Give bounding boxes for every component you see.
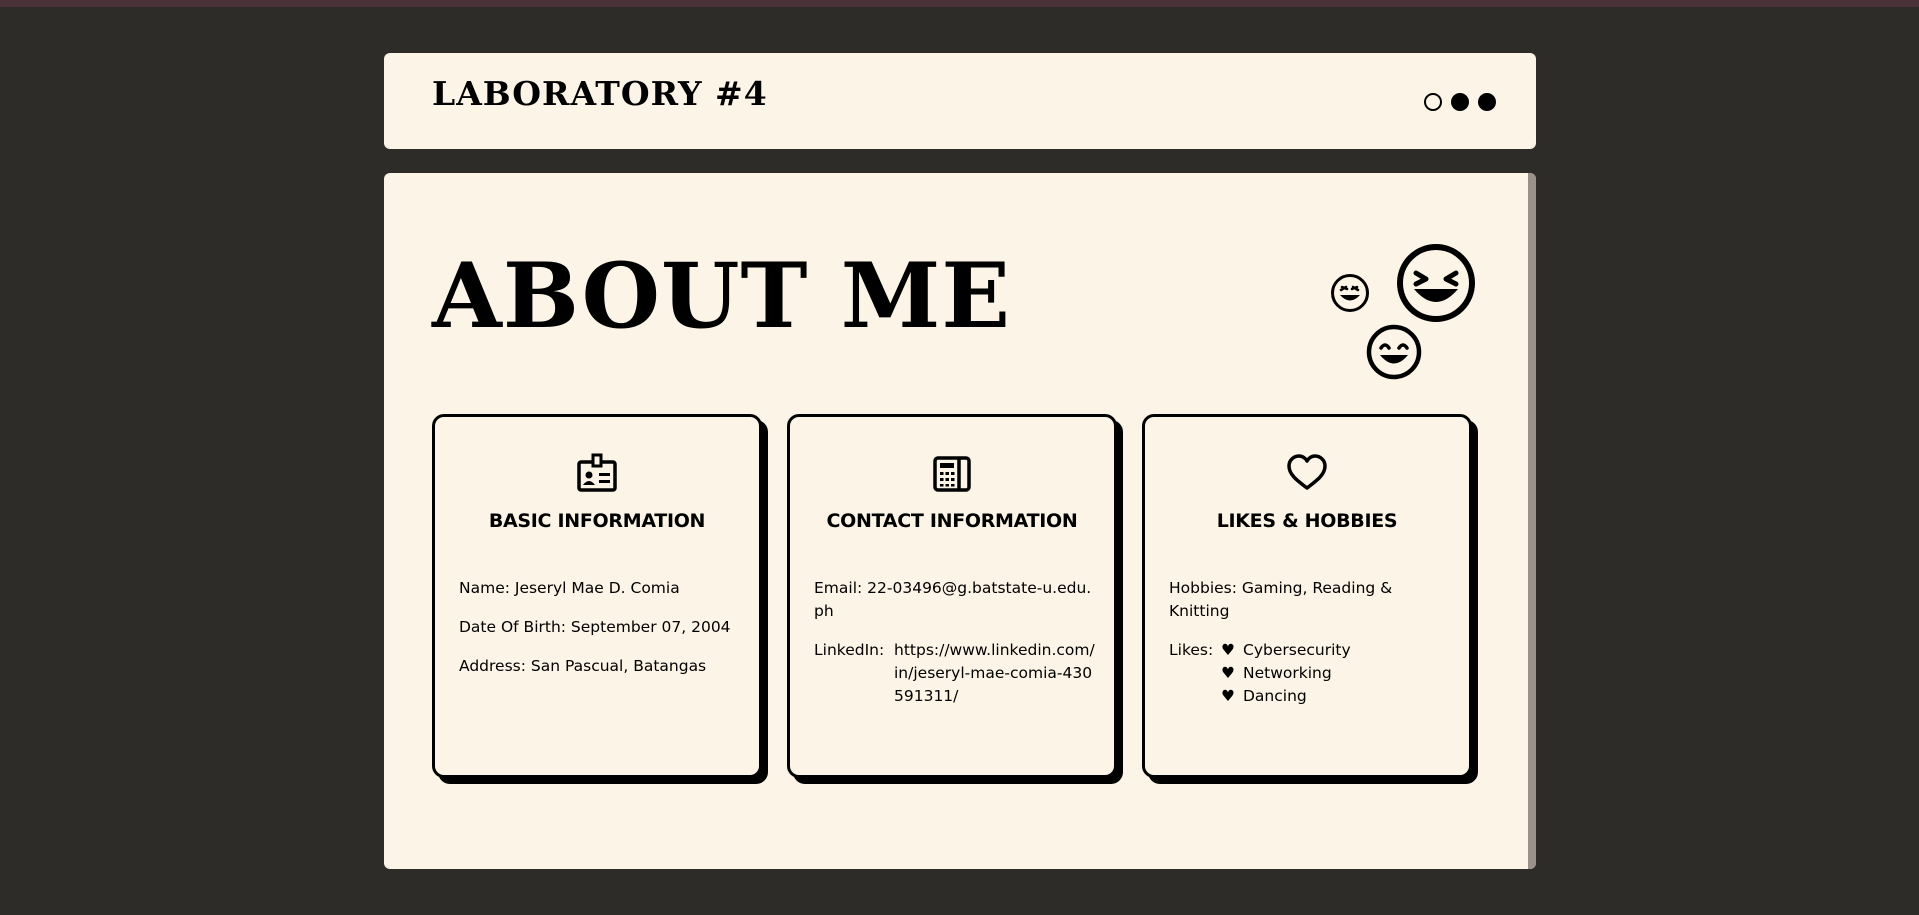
contact-info-title: CONTACT INFORMATION	[826, 510, 1078, 532]
heart-bullet-icon: ♥	[1221, 687, 1235, 705]
email-label: Email:	[814, 579, 863, 597]
header-bar: LABORATORY #4	[384, 53, 1536, 149]
window-dot-filled[interactable]	[1451, 93, 1469, 111]
likes-hobbies-card: LIKES & HOBBIES Hobbies: Gaming, Reading…	[1142, 414, 1472, 778]
about-me-panel: ABOUT ME BASIC INFORMATION Name: Jeseryl…	[384, 173, 1536, 869]
list-item: ♥ Networking	[1221, 662, 1351, 685]
smiling-emoji-icon	[1366, 324, 1422, 380]
contact-info-card: CONTACT INFORMATION Email: 22-03496@g.ba…	[787, 414, 1117, 778]
likes-hobbies-body: Hobbies: Gaming, Reading & Knitting Like…	[1169, 577, 1451, 708]
linkedin-label: LinkedIn:	[814, 641, 885, 659]
linkedin-link[interactable]: https://www.linkedin.com/in/jeseryl-mae-…	[894, 639, 1096, 708]
dob-text: Date Of Birth: September 07, 2004	[459, 618, 731, 636]
window-dot-filled[interactable]	[1478, 93, 1496, 111]
heart-bullet-icon: ♥	[1221, 664, 1235, 682]
scrollbar[interactable]	[1528, 173, 1536, 869]
phone-icon	[933, 456, 971, 492]
window-dot-outline[interactable]	[1424, 93, 1442, 111]
likes-row: Likes: ♥ Cybersecurity ♥ Networking ♥ Danci…	[1169, 639, 1451, 708]
list-item: ♥ Dancing	[1221, 685, 1351, 708]
page-title: ABOUT ME	[432, 243, 1011, 349]
address-text: Address: San Pascual, Batangas	[459, 657, 707, 675]
heart-icon	[1287, 454, 1327, 490]
heart-bullet-icon: ♥	[1221, 641, 1235, 659]
likes-hobbies-title: LIKES & HOBBIES	[1216, 510, 1398, 532]
list-item: ♥ Cybersecurity	[1221, 639, 1351, 662]
top-accent-strip	[0, 0, 1919, 7]
contact-info-body: Email: 22-03496@g.batstate-u.edu.ph Link…	[814, 577, 1096, 724]
basic-info-body: Name: Jeseryl Mae D. Comia Date Of Birth…	[459, 577, 741, 694]
linkedin-row: LinkedIn: https://www.linkedin.com/in/je…	[814, 639, 1096, 708]
header-title: LABORATORY #4	[432, 74, 768, 113]
likes-label: Likes:	[1169, 641, 1214, 659]
hobbies-text: Hobbies: Gaming, Reading & Knitting	[1169, 579, 1393, 620]
laughing-emoji-icon	[1397, 244, 1475, 322]
name-text: Name: Jeseryl Mae D. Comia	[459, 579, 680, 597]
email-row: Email: 22-03496@g.batstate-u.edu.ph	[814, 577, 1096, 623]
grinning-emoji-icon	[1331, 274, 1369, 312]
likes-list: ♥ Cybersecurity ♥ Networking ♥ Dancing	[1221, 639, 1351, 708]
window-controls	[1424, 93, 1496, 111]
basic-info-title: BASIC INFORMATION	[488, 510, 706, 532]
id-badge-icon	[577, 453, 617, 492]
basic-info-card: BASIC INFORMATION Name: Jeseryl Mae D. C…	[432, 414, 762, 778]
